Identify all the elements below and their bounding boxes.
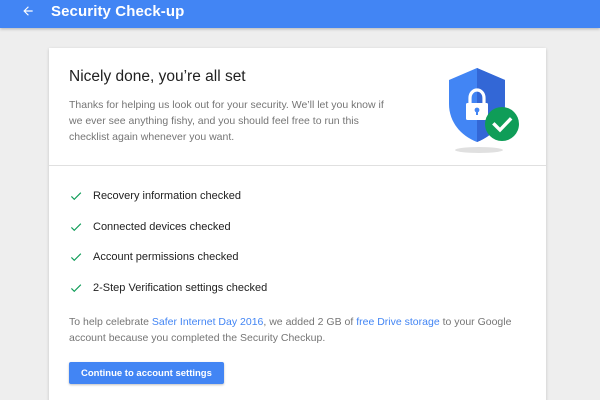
list-item: Account permissions checked	[69, 249, 267, 265]
check-label: Account permissions checked	[93, 251, 239, 263]
free-drive-storage-link[interactable]: free Drive storage	[356, 316, 439, 328]
list-item: Connected devices checked	[69, 219, 267, 235]
checkmark-icon	[70, 222, 82, 231]
app-header: Security Check-up	[0, 0, 600, 28]
check-label: Recovery information checked	[93, 190, 241, 202]
promo-text: To help celebrate Safer Internet Day 201…	[69, 314, 529, 346]
summary-text: Thanks for helping us look out for your …	[69, 99, 384, 143]
safer-internet-day-link[interactable]: Safer Internet Day 2016	[152, 316, 264, 328]
list-item: Recovery information checked	[69, 188, 267, 204]
summary-title: Nicely done, you’re all set	[69, 68, 246, 85]
checkmark-icon	[70, 253, 82, 262]
promo-text-start: To help celebrate	[69, 316, 152, 328]
summary-section: Nicely done, you’re all set Thanks for h…	[49, 48, 546, 166]
page-title: Security Check-up	[51, 2, 185, 20]
checkup-card: Nicely done, you’re all set Thanks for h…	[49, 48, 546, 400]
checklist: Recovery information checked Connected d…	[69, 188, 267, 310]
check-label: 2-Step Verification settings checked	[93, 281, 268, 294]
checkmark-icon	[70, 283, 82, 292]
continue-button[interactable]: Continue to account settings	[69, 362, 224, 384]
check-label: Connected devices checked	[93, 220, 231, 233]
list-item: 2-Step Verification settings checked	[69, 280, 267, 296]
shield-lock-check-icon	[449, 68, 519, 153]
promo-text-middle: , we added 2 GB of	[263, 316, 357, 328]
checkmark-icon	[70, 192, 82, 201]
back-button[interactable]	[20, 3, 36, 19]
arrow-back-icon	[23, 6, 33, 16]
